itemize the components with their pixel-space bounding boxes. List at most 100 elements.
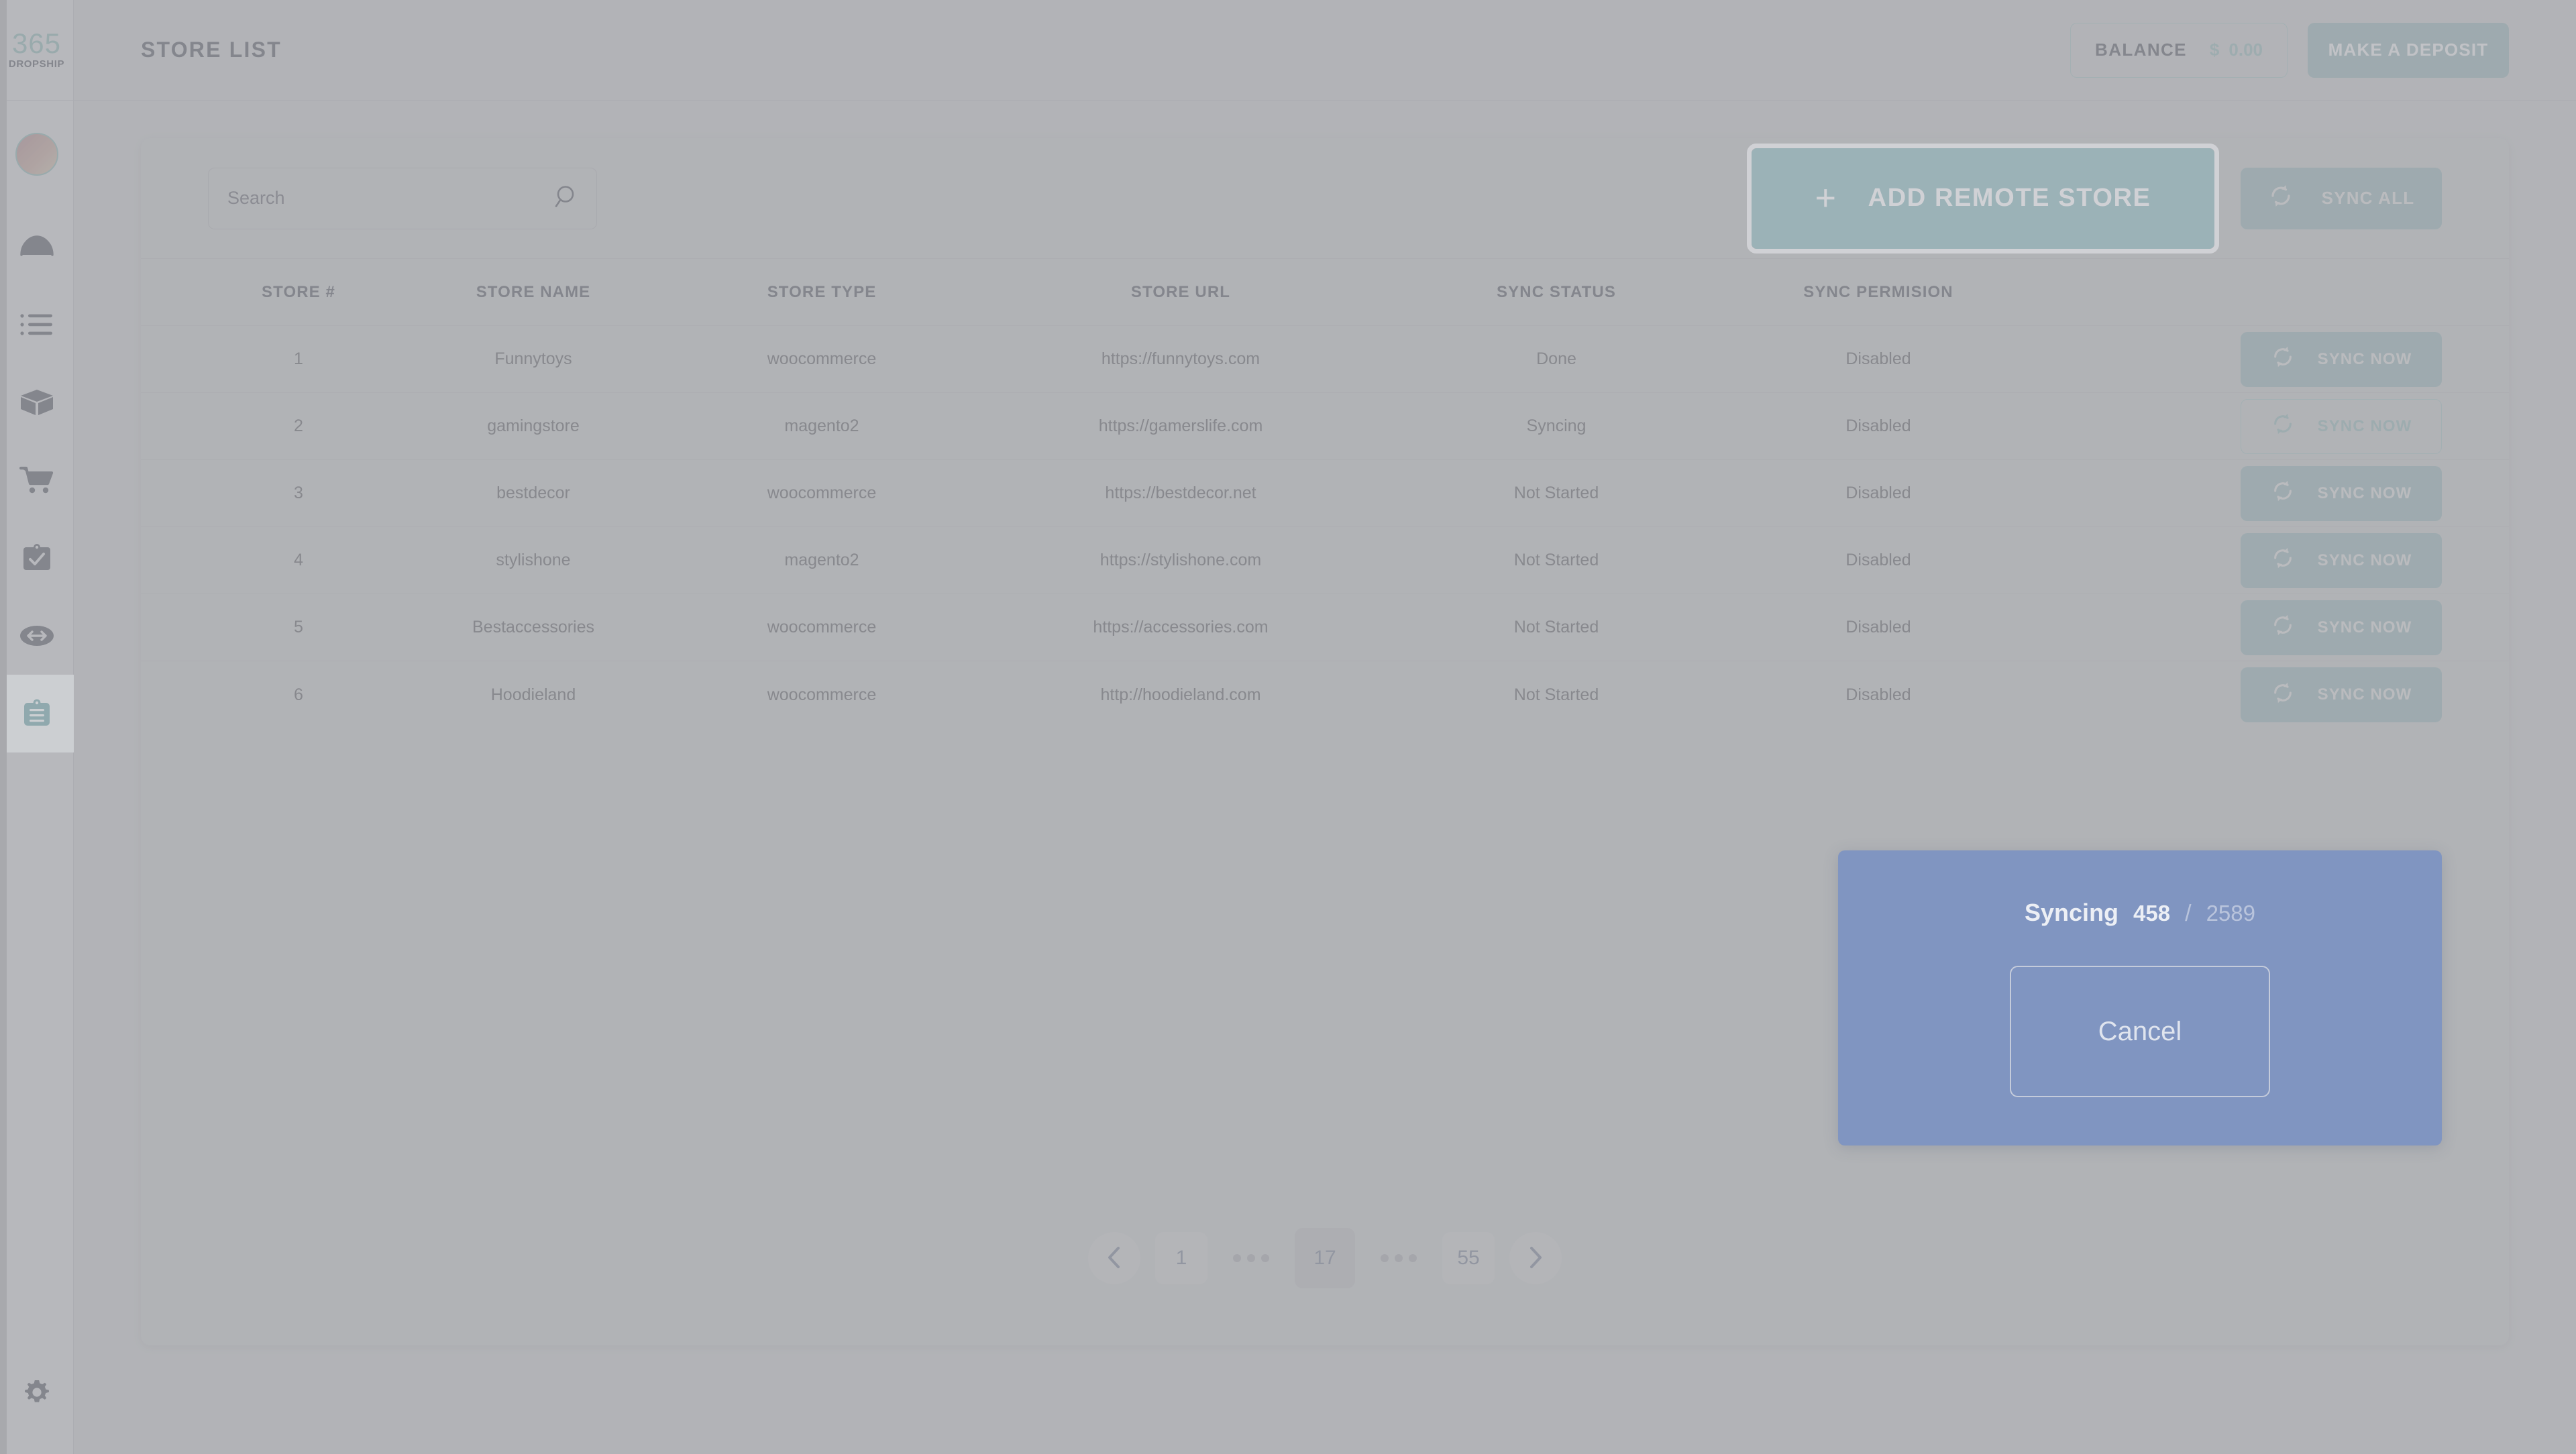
add-remote-store-label: ADD REMOTE STORE [1868, 184, 2151, 212]
add-remote-store-highlight: + ADD REMOTE STORE [1747, 143, 2219, 254]
cell-store-type: magento2 [784, 416, 859, 435]
cell-store-number: 5 [294, 618, 303, 636]
sync-now-button[interactable]: SYNC NOW [2241, 533, 2442, 588]
sidebar-item-dashboard[interactable] [0, 208, 74, 286]
cell-actions: SYNC NOW [2194, 533, 2442, 588]
cell-store-number: 6 [294, 685, 303, 704]
cell-sync-permission: Disabled [1845, 551, 1911, 569]
sync-now-button[interactable]: SYNC NOW [2241, 465, 2442, 521]
table-row: 3 bestdecor woocommerce https://bestdecor.n… [141, 460, 2509, 527]
clipboard-list-icon [21, 697, 53, 730]
search-container [208, 167, 597, 229]
clipboard-check-icon [21, 543, 53, 573]
cell-store-url: https://funnytoys.com [1101, 349, 1260, 368]
sync-now-button[interactable]: SYNC NOW [2241, 398, 2442, 454]
sync-all-button[interactable]: SYNC ALL [2241, 167, 2442, 229]
search-input[interactable] [208, 167, 597, 229]
sync-icon [2271, 345, 2295, 374]
sync-now-label: SYNC NOW [2317, 685, 2412, 704]
pagination-page-first[interactable]: 1 [1155, 1232, 1208, 1284]
table-row: 5 Bestaccessories woocommerce https://acces… [141, 594, 2509, 661]
cell-actions: SYNC NOW [2194, 667, 2442, 722]
cell-store-type: woocommerce [767, 484, 877, 502]
sync-icon [2268, 183, 2294, 213]
store-table: STORE # STORE NAME STORE TYPE STORE URL … [141, 259, 2509, 728]
cell-store-url: https://accessories.com [1093, 618, 1269, 636]
speedometer-icon [19, 233, 54, 260]
balance-currency: $ [2209, 40, 2220, 60]
sidebar-item-tasks[interactable] [0, 519, 74, 597]
cell-sync-status: Not Started [1513, 618, 1599, 636]
list-icon [19, 311, 54, 338]
cell-store-type: magento2 [784, 551, 859, 569]
pagination-ellipsis-left [1222, 1254, 1280, 1262]
brand-logo: 365 DROPSHIP [0, 0, 74, 101]
cell-store-name: Bestaccessories [472, 618, 595, 636]
sync-all-label: SYNC ALL [2321, 188, 2415, 208]
add-remote-store-button[interactable]: + ADD REMOTE STORE [1752, 148, 2214, 249]
cell-store-name: bestdecor [496, 484, 570, 502]
app-window: 365 DROPSHIP STORE LIST BALANCE $ 0.00 M… [0, 0, 2576, 1454]
top-bar: STORE LIST BALANCE $ 0.00 MAKE A DEPOSIT [74, 0, 2576, 101]
sync-progress-modal: Syncing 458 / 2589 Cancel [1838, 850, 2442, 1145]
cancel-button[interactable]: Cancel [2010, 966, 2270, 1097]
cell-sync-status: Done [1536, 349, 1576, 368]
sidebar-item-cart[interactable] [0, 441, 74, 519]
store-list-card: + ADD REMOTE STORE [141, 138, 2509, 1345]
sync-icon [2271, 412, 2295, 441]
table-row: 4 stylishone magento2 https://stylishone.co… [141, 527, 2509, 594]
sync-now-label: SYNC NOW [2317, 349, 2412, 368]
sidebar: 365 DROPSHIP [0, 0, 74, 1454]
pagination-page-current[interactable]: 17 [1295, 1228, 1355, 1288]
balance-label: BALANCE [2095, 40, 2187, 60]
make-a-deposit-button[interactable]: MAKE A DEPOSIT [2308, 22, 2509, 78]
sidebar-item-store-list[interactable] [0, 675, 74, 752]
cell-store-name: Hoodieland [490, 685, 576, 704]
table-row: 6 Hoodieland woocommerce http://hoodieland.… [141, 661, 2509, 728]
balance-box[interactable]: BALANCE $ 0.00 [2070, 22, 2288, 78]
pagination: 1 17 55 [141, 1171, 2509, 1345]
sync-now-button[interactable]: SYNC NOW [2241, 331, 2442, 387]
sync-icon [2271, 546, 2295, 575]
cell-store-url: https://stylishone.com [1099, 551, 1262, 569]
cell-store-url: http://hoodieland.com [1100, 685, 1261, 704]
pagination-prev-button[interactable] [1088, 1232, 1140, 1284]
sidebar-nav [0, 208, 74, 1333]
table-body: 1 Funnytoys woocommerce https://funnytoys.c… [141, 326, 2509, 728]
table-toolbar: + ADD REMOTE STORE [141, 138, 2509, 259]
chevron-left-icon [1106, 1246, 1123, 1271]
column-header-store-url: STORE URL [1130, 282, 1231, 301]
sync-now-button[interactable]: SYNC NOW [2241, 600, 2442, 655]
sync-progress-current: 458 [2133, 901, 2171, 926]
cell-sync-status: Not Started [1513, 484, 1599, 502]
column-header-store-name: STORE NAME [476, 282, 591, 301]
table-row: 2 gamingstore magento2 https://gamerslife.c… [141, 393, 2509, 460]
pagination-page-last[interactable]: 55 [1442, 1232, 1495, 1284]
page-root: 365 DROPSHIP STORE LIST BALANCE $ 0.00 M… [0, 0, 2576, 1454]
gear-icon [22, 1378, 52, 1410]
top-bar-actions: BALANCE $ 0.00 MAKE A DEPOSIT [2070, 22, 2509, 78]
cell-store-name: gamingstore [487, 416, 580, 435]
balance-value: 0.00 [2229, 40, 2263, 60]
sync-progress-separator: / [2185, 901, 2192, 926]
sync-now-button[interactable]: SYNC NOW [2241, 667, 2442, 722]
brand-logo-subtitle: DROPSHIP [8, 58, 65, 70]
pagination-next-button[interactable] [1509, 1232, 1562, 1284]
cell-sync-permission: Disabled [1845, 484, 1911, 502]
avatar[interactable] [15, 133, 58, 176]
sidebar-item-products[interactable] [0, 364, 74, 441]
sync-progress-total: 2589 [2206, 901, 2255, 926]
box-icon [19, 388, 54, 417]
cell-sync-permission: Disabled [1845, 349, 1911, 368]
avatar-container[interactable] [0, 101, 74, 208]
sidebar-item-orders[interactable] [0, 286, 74, 364]
cell-actions: SYNC NOW [2194, 465, 2442, 521]
cell-store-type: woocommerce [767, 349, 877, 368]
sync-now-label: SYNC NOW [2317, 551, 2412, 569]
cell-store-type: woocommerce [767, 618, 877, 636]
toolbar-actions: + ADD REMOTE STORE SYNC ALL [1747, 143, 2442, 254]
cell-actions: SYNC NOW [2194, 398, 2442, 454]
sidebar-item-transfers[interactable] [0, 597, 74, 675]
column-header-sync-permission: SYNC PERMISION [1803, 282, 1953, 301]
sidebar-item-settings[interactable] [0, 1333, 74, 1454]
